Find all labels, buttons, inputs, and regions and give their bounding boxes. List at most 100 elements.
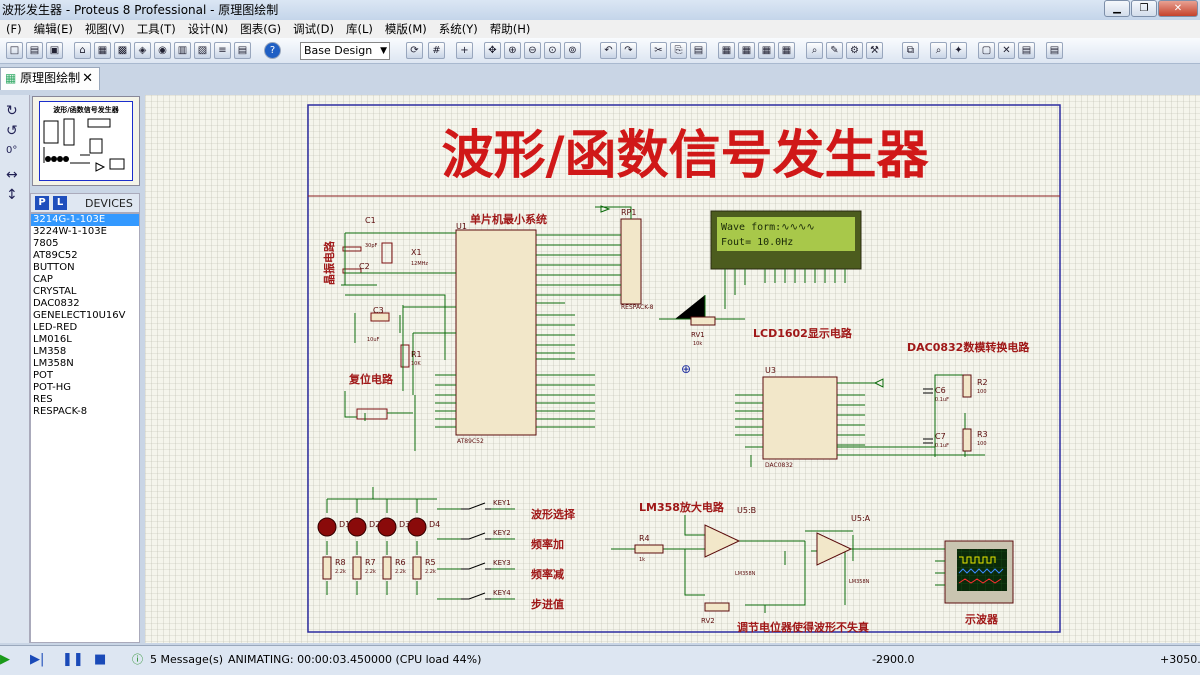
home-icon[interactable]: ⌂ (74, 42, 91, 59)
device-list-item[interactable]: RES (31, 394, 139, 406)
schematic-icon[interactable]: ▦ (94, 42, 111, 59)
device-list-item[interactable]: CAP (31, 274, 139, 286)
device-list-item[interactable]: LM016L (31, 334, 139, 346)
save-icon[interactable]: ▣ (46, 42, 63, 59)
toolbar: □ ▤ ▣ ⌂ ▦ ▩ ◈ ◉ ▥ ▧ ≡ ▤ ? ⟳ # + ✥ ⊕ ⊖ ⊙ … (0, 38, 1200, 64)
block-move-icon[interactable]: ▦ (738, 42, 755, 59)
step-icon[interactable]: ▶| (30, 653, 44, 667)
menu-template[interactable]: 模版(M) (379, 20, 433, 38)
zoom-in-icon[interactable]: ⊕ (504, 42, 521, 59)
device-list-item[interactable]: LED-RED (31, 322, 139, 334)
res-val: 2.2k (365, 569, 376, 575)
menu-graph[interactable]: 图表(G) (234, 20, 287, 38)
bom-icon[interactable]: ▥ (174, 42, 191, 59)
open-file-icon[interactable]: ▤ (26, 42, 43, 59)
r2-val: 100 (977, 389, 987, 395)
close-icon[interactable]: ✕ (82, 68, 93, 89)
pcb-icon[interactable]: ▩ (114, 42, 131, 59)
tab-schematic[interactable]: ▦ 原理图绘制 ✕ (0, 67, 100, 90)
menu-system[interactable]: 系统(Y) (433, 20, 484, 38)
r3-val: 100 (977, 441, 987, 447)
zoom-all-icon[interactable]: ⊙ (544, 42, 561, 59)
led-ref: D1 (339, 520, 350, 529)
menu-debug[interactable]: 调试(D) (287, 20, 340, 38)
cut-icon[interactable]: ✂ (650, 42, 667, 59)
origin-icon[interactable]: + (456, 42, 473, 59)
rotate-ccw-icon[interactable]: ↺ (6, 123, 18, 139)
undo-icon[interactable]: ↶ (600, 42, 617, 59)
paste-icon[interactable]: ▤ (690, 42, 707, 59)
menu-tools[interactable]: 工具(T) (131, 20, 182, 38)
device-list-item[interactable]: 3214G-1-103E (31, 214, 139, 226)
3d-icon[interactable]: ◈ (134, 42, 151, 59)
search-icon[interactable]: ⌕ (930, 42, 947, 59)
pan-icon[interactable]: ✥ (484, 42, 501, 59)
status-bar: ▶ ▶| ❚❚ ■ ⓘ 5 Message(s) ANIMATING: 00:0… (0, 645, 1200, 675)
schematic-canvas[interactable]: 波形/函数信号发生器 单片机最小系统 U1 AT89C52 RP1 RESPAC… (145, 95, 1200, 643)
pick-device-icon[interactable]: ⌕ (806, 42, 823, 59)
make-device-icon[interactable]: ✎ (826, 42, 843, 59)
device-list-item[interactable]: 7805 (31, 238, 139, 250)
message-count[interactable]: 5 Message(s) (150, 653, 223, 667)
device-list-item[interactable]: GENELECT10U16V (31, 310, 139, 322)
pause-icon[interactable]: ❚❚ (62, 653, 84, 667)
property-assign-icon[interactable]: ✦ (950, 42, 967, 59)
device-list-item[interactable]: LM358 (31, 346, 139, 358)
mirror-v-icon[interactable]: ↕ (6, 187, 18, 203)
device-list-item[interactable]: POT-HG (31, 382, 139, 394)
stop-icon[interactable]: ■ (94, 653, 106, 667)
menu-help[interactable]: 帮助(H) (484, 20, 537, 38)
device-list-item[interactable]: 3224W-1-103E (31, 226, 139, 238)
new-sheet-icon[interactable]: ▢ (978, 42, 995, 59)
device-list-item[interactable]: BUTTON (31, 262, 139, 274)
key-label: 频率减 (531, 567, 564, 581)
gerber-icon[interactable]: ◉ (154, 42, 171, 59)
device-list-item[interactable]: DAC0832 (31, 298, 139, 310)
r1-val: 10K (411, 361, 421, 367)
block-rotate-icon[interactable]: ▦ (758, 42, 775, 59)
help-icon[interactable]: ? (264, 42, 281, 59)
device-list-item[interactable]: AT89C52 (31, 250, 139, 262)
new-file-icon[interactable]: □ (6, 42, 23, 59)
device-list-item[interactable]: RESPACK-8 (31, 406, 139, 418)
device-list-item[interactable]: LM358N (31, 358, 139, 370)
c7-ref: C7 (935, 432, 946, 441)
menu-view[interactable]: 视图(V) (79, 20, 131, 38)
menu-design[interactable]: 设计(N) (182, 20, 235, 38)
grid-icon[interactable]: # (428, 42, 445, 59)
source-icon[interactable]: ▧ (194, 42, 211, 59)
remove-sheet-icon[interactable]: ✕ (998, 42, 1015, 59)
block-delete-icon[interactable]: ▦ (778, 42, 795, 59)
minimize-button[interactable]: ▁ (1104, 0, 1130, 17)
block-copy-icon[interactable]: ▦ (718, 42, 735, 59)
maximize-button[interactable]: ❐ (1131, 0, 1157, 17)
rotate-cw-icon[interactable]: ↻ (6, 103, 18, 119)
zoom-area-icon[interactable]: ⊚ (564, 42, 581, 59)
device-list-item[interactable]: POT (31, 370, 139, 382)
pick-devices-button[interactable]: P (35, 196, 49, 210)
refresh-icon[interactable]: ⟳ (406, 42, 423, 59)
exit-sheet-icon[interactable]: ▤ (1018, 42, 1035, 59)
zoom-out-icon[interactable]: ⊖ (524, 42, 541, 59)
redo-icon[interactable]: ↷ (620, 42, 637, 59)
library-manager-button[interactable]: L (53, 196, 67, 210)
layer-select[interactable]: Base Design ▼ (300, 42, 390, 60)
decompose-icon[interactable]: ⚒ (866, 42, 883, 59)
wire-autoroute-icon[interactable]: ⧉ (902, 42, 919, 59)
title-bar: 波形发生器 - Proteus 8 Professional - 原理图绘制 ▁… (0, 0, 1200, 20)
project-icon[interactable]: ▤ (234, 42, 251, 59)
menu-bar: (F) 编辑(E) 视图(V) 工具(T) 设计(N) 图表(G) 调试(D) 库(L) 模版(… (0, 20, 1200, 38)
amp-part: LM358N (849, 579, 870, 585)
mirror-h-icon[interactable]: ↔ (6, 167, 18, 183)
package-tool-icon[interactable]: ⚙ (846, 42, 863, 59)
copy-icon[interactable]: ⎘ (670, 42, 687, 59)
report-icon[interactable]: ▤ (1046, 42, 1063, 59)
overview-window[interactable]: 波形/函数信号发生器 (32, 96, 140, 186)
play-icon[interactable]: ▶ (0, 653, 10, 667)
menu-edit[interactable]: 编辑(E) (28, 20, 79, 38)
menu-file[interactable]: (F) (0, 20, 28, 38)
close-button[interactable]: ✕ (1158, 0, 1198, 17)
notes-icon[interactable]: ≡ (214, 42, 231, 59)
device-list-item[interactable]: CRYSTAL (31, 286, 139, 298)
menu-library[interactable]: 库(L) (340, 20, 379, 38)
